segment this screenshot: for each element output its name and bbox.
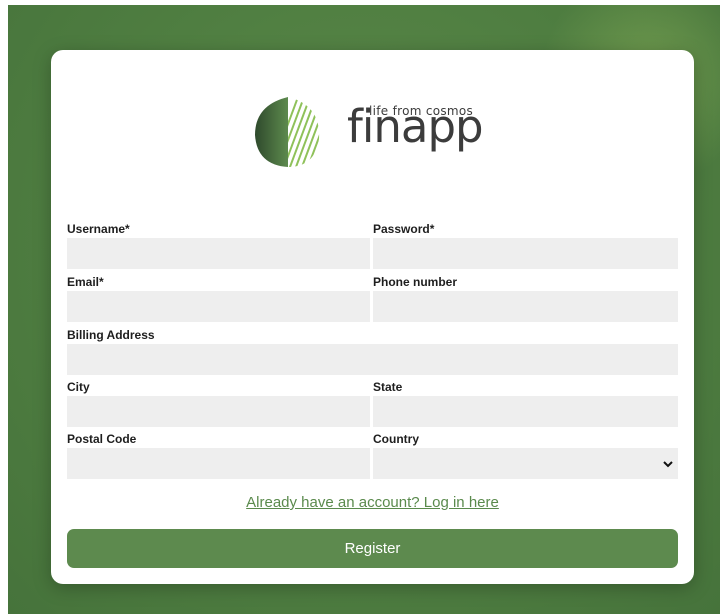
password-group: Password*: [373, 221, 678, 269]
country-select[interactable]: [373, 448, 678, 479]
billing-address-group: Billing Address: [67, 327, 678, 375]
postal-code-label: Postal Code: [67, 432, 137, 446]
email-group: Email*: [67, 274, 370, 322]
country-label: Country: [373, 432, 419, 446]
finapp-leaf-logo-icon: [255, 97, 320, 167]
username-group: Username*: [67, 221, 370, 269]
registration-card: finapp life from cosmos Username* Passwo…: [51, 50, 694, 584]
country-group: Country: [373, 431, 678, 479]
email-input[interactable]: [67, 291, 370, 322]
brand-logo: finapp life from cosmos: [251, 95, 501, 169]
phone-input[interactable]: [373, 291, 678, 322]
phone-label: Phone number: [373, 275, 458, 289]
state-input[interactable]: [373, 396, 678, 427]
register-button[interactable]: Register: [67, 529, 678, 568]
city-label: City: [67, 380, 90, 394]
city-input[interactable]: [67, 396, 370, 427]
brand-tagline: life from cosmos: [369, 104, 474, 118]
postal-code-input[interactable]: [67, 448, 370, 479]
username-label: Username*: [67, 222, 130, 236]
state-label: State: [373, 380, 403, 394]
billing-address-input[interactable]: [67, 344, 678, 375]
billing-address-label: Billing Address: [67, 328, 155, 342]
password-input[interactable]: [373, 238, 678, 269]
postal-code-group: Postal Code: [67, 431, 370, 479]
city-group: City: [67, 379, 370, 427]
password-label: Password*: [373, 222, 435, 236]
email-label: Email*: [67, 275, 104, 289]
phone-group: Phone number: [373, 274, 678, 322]
chevron-down-icon: [663, 461, 673, 468]
username-input[interactable]: [67, 238, 370, 269]
login-link[interactable]: Already have an account? Log in here: [51, 494, 694, 511]
state-group: State: [373, 379, 678, 427]
